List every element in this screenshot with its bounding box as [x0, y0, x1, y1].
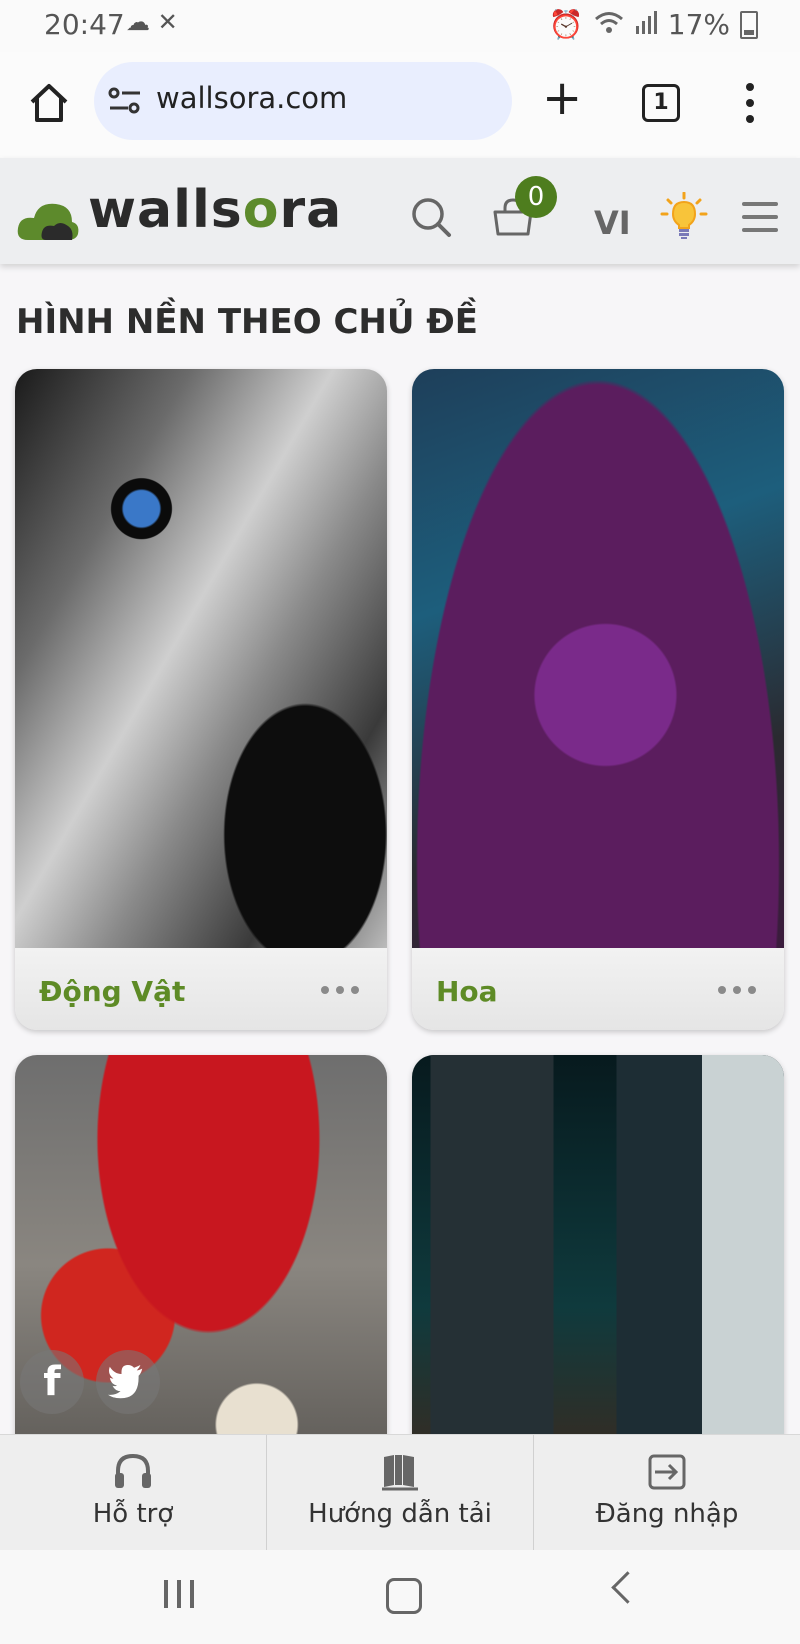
logo-text[interactable]: wallsora [88, 180, 342, 240]
category-label[interactable]: Hoa [436, 975, 498, 1008]
section-title: HÌNH NỀN THEO CHỦ ĐỀ [16, 302, 479, 342]
category-image-animals[interactable] [15, 369, 387, 951]
status-bar: 20:47 ☁ ✕ ⏰ 17% [0, 0, 800, 52]
recent-apps-icon[interactable] [164, 1580, 194, 1608]
status-notification-icons: ☁ ✕ [126, 8, 178, 36]
category-card-animals[interactable]: Động Vật [15, 369, 387, 1030]
system-navigation-bar [0, 1550, 800, 1644]
logo-cloud-icon[interactable] [16, 196, 80, 246]
login-label: Đăng nhập [595, 1499, 739, 1529]
support-label: Hỗ trợ [92, 1499, 174, 1529]
battery-icon [740, 10, 758, 39]
category-card-flowers[interactable]: Hoa [412, 369, 784, 1030]
home-button-icon[interactable] [386, 1578, 422, 1614]
login-icon [647, 1453, 687, 1495]
site-menu-icon[interactable] [742, 202, 778, 241]
site-settings-icon[interactable] [108, 86, 144, 116]
category-card-city[interactable] [412, 1055, 784, 1475]
headphones-icon [113, 1453, 153, 1493]
more-options-icon[interactable] [718, 986, 756, 994]
category-card-food[interactable] [15, 1055, 387, 1475]
status-right: ⏰ 17% [549, 8, 758, 41]
download-guide-label: Hướng dẫn tải [308, 1499, 492, 1529]
category-image-food[interactable] [15, 1055, 387, 1475]
card-footer: Động Vật [15, 948, 387, 1030]
back-icon[interactable] [611, 1571, 644, 1604]
more-options-icon[interactable] [321, 986, 359, 994]
wifi-icon [594, 8, 624, 41]
login-button[interactable]: Đăng nhập [534, 1435, 800, 1551]
search-icon[interactable] [410, 196, 452, 242]
new-tab-icon[interactable]: + [542, 74, 582, 122]
site-header: wallsora 0 VI [0, 158, 800, 264]
home-icon[interactable] [26, 80, 72, 126]
bottom-navigation: Hỗ trợ Hướng dẫn tải Đăng nhập [0, 1434, 800, 1551]
language-switch[interactable]: VI [594, 204, 631, 242]
url-text[interactable]: wallsora.com [156, 81, 347, 115]
download-guide-button[interactable]: Hướng dẫn tải [267, 1435, 534, 1551]
signal-icon [634, 8, 658, 41]
status-time: 20:47 [44, 8, 125, 41]
book-icon [380, 1453, 420, 1495]
twitter-icon[interactable] [96, 1350, 160, 1414]
category-image-flowers[interactable] [412, 369, 784, 951]
category-label[interactable]: Động Vật [39, 975, 185, 1008]
category-image-city[interactable] [412, 1055, 784, 1475]
card-footer: Hoa [412, 948, 784, 1030]
browser-menu-icon[interactable] [746, 83, 754, 131]
cart-count-badge: 0 [515, 176, 557, 218]
tab-switcher-button[interactable]: 1 [642, 84, 680, 122]
battery-percent: 17% [667, 8, 730, 41]
alarm-icon: ⏰ [548, 8, 584, 41]
support-button[interactable]: Hỗ trợ [0, 1435, 267, 1551]
facebook-icon[interactable]: f [20, 1350, 84, 1414]
theme-lightbulb-icon[interactable] [660, 191, 708, 244]
browser-toolbar: wallsora.com + 1 [0, 52, 800, 159]
